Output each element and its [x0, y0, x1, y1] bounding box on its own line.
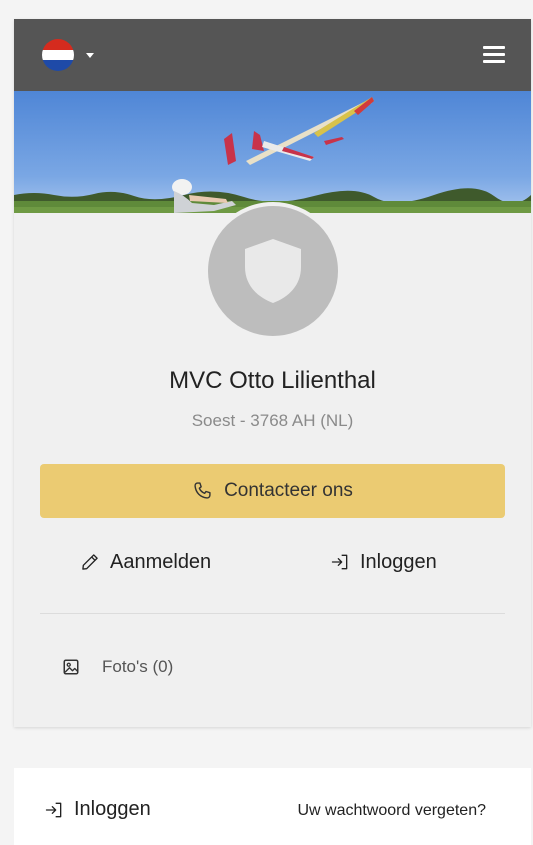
login-label: Inloggen — [360, 550, 437, 573]
login-icon — [331, 554, 348, 570]
divider — [40, 613, 505, 614]
top-navbar — [14, 19, 531, 91]
register-label: Aanmelden — [110, 550, 212, 573]
language-selector[interactable] — [42, 39, 94, 71]
login-link[interactable]: Inloggen — [330, 547, 437, 577]
contact-button-label: Contacteer ons — [224, 480, 353, 501]
hamburger-menu-icon[interactable] — [483, 44, 505, 64]
shield-icon — [245, 239, 301, 303]
footer-login-label: Inloggen — [74, 798, 151, 820]
club-logo-avatar — [204, 202, 342, 340]
page: MVC Otto Lilienthal Soest - 3768 AH (NL)… — [0, 0, 533, 845]
club-card: MVC Otto Lilienthal Soest - 3768 AH (NL)… — [14, 19, 531, 727]
forgot-password-link[interactable]: Uw wachtwoord vergeten? — [297, 802, 486, 820]
phone-icon — [194, 482, 211, 499]
caret-down-icon — [86, 52, 94, 58]
image-icon — [63, 659, 79, 675]
photos-link[interactable]: Foto's (0) — [62, 655, 173, 679]
login-icon — [45, 802, 62, 817]
footer-bar: Inloggen Uw wachtwoord vergeten? — [14, 768, 531, 845]
netherlands-flag-icon — [42, 39, 74, 71]
account-actions: Aanmelden Inloggen — [14, 547, 531, 577]
pencil-icon — [82, 554, 98, 570]
contact-button[interactable]: Contacteer ons — [40, 464, 505, 518]
photos-label: Foto's (0) — [102, 657, 174, 676]
banner-image — [14, 91, 531, 213]
register-link[interactable]: Aanmelden — [80, 547, 211, 577]
club-location: Soest - 3768 AH (NL) — [191, 411, 354, 430]
club-name: MVC Otto Lilienthal — [169, 367, 376, 394]
footer-login-link[interactable]: Inloggen — [44, 798, 151, 821]
